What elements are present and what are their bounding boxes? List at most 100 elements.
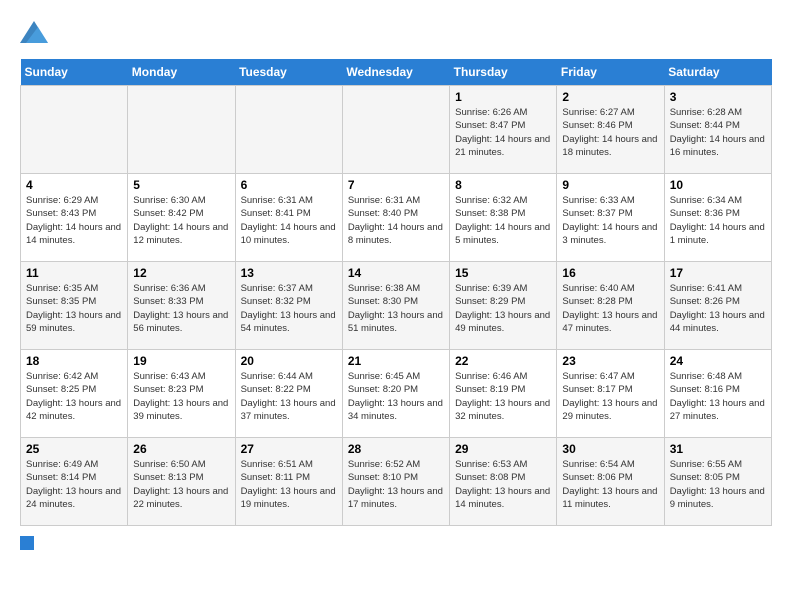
day-info: Sunrise: 6:33 AM Sunset: 8:37 PM Dayligh…	[562, 194, 658, 247]
day-number: 31	[670, 442, 766, 456]
week-row-1: 1 Sunrise: 6:26 AM Sunset: 8:47 PM Daylig…	[21, 86, 772, 174]
day-info: Sunrise: 6:54 AM Sunset: 8:06 PM Dayligh…	[562, 458, 658, 511]
calendar-cell	[342, 86, 449, 174]
day-info: Sunrise: 6:35 AM Sunset: 8:35 PM Dayligh…	[26, 282, 122, 335]
day-number: 8	[455, 178, 551, 192]
day-number: 14	[348, 266, 444, 280]
calendar-cell: 26 Sunrise: 6:50 AM Sunset: 8:13 PM Dayli…	[128, 438, 235, 526]
day-number: 26	[133, 442, 229, 456]
day-number: 6	[241, 178, 337, 192]
calendar-cell: 18Sunrise: 6:42 AM Sunset: 8:25 PM Dayli…	[21, 350, 128, 438]
calendar-cell: 28 Sunrise: 6:52 AM Sunset: 8:10 PM Dayli…	[342, 438, 449, 526]
day-number: 1	[455, 90, 551, 104]
day-info: Sunrise: 6:41 AM Sunset: 8:26 PM Dayligh…	[670, 282, 766, 335]
calendar-cell: 16Sunrise: 6:40 AM Sunset: 8:28 PM Dayli…	[557, 262, 664, 350]
page-header	[20, 20, 772, 43]
calendar-cell: 23 Sunrise: 6:47 AM Sunset: 8:17 PM Dayli…	[557, 350, 664, 438]
calendar-cell: 27Sunrise: 6:51 AM Sunset: 8:11 PM Dayli…	[235, 438, 342, 526]
day-info: Sunrise: 6:49 AM Sunset: 8:14 PM Dayligh…	[26, 458, 122, 511]
day-number: 23	[562, 354, 658, 368]
day-info: Sunrise: 6:29 AM Sunset: 8:43 PM Dayligh…	[26, 194, 122, 247]
day-number: 29	[455, 442, 551, 456]
day-number: 15	[455, 266, 551, 280]
calendar-table: SundayMondayTuesdayWednesdayThursdayFrid…	[20, 59, 772, 526]
day-info: Sunrise: 6:45 AM Sunset: 8:20 PM Dayligh…	[348, 370, 444, 423]
header-day-tuesday: Tuesday	[235, 59, 342, 86]
day-info: Sunrise: 6:26 AM Sunset: 8:47 PM Dayligh…	[455, 106, 551, 159]
header-day-monday: Monday	[128, 59, 235, 86]
day-number: 2	[562, 90, 658, 104]
day-number: 19	[133, 354, 229, 368]
calendar-cell: 5Sunrise: 6:30 AM Sunset: 8:42 PM Daylig…	[128, 174, 235, 262]
header-day-sunday: Sunday	[21, 59, 128, 86]
header-day-wednesday: Wednesday	[342, 59, 449, 86]
calendar-body: 1 Sunrise: 6:26 AM Sunset: 8:47 PM Daylig…	[21, 86, 772, 526]
calendar-cell	[235, 86, 342, 174]
day-number: 25	[26, 442, 122, 456]
calendar-cell: 15 Sunrise: 6:39 AM Sunset: 8:29 PM Dayli…	[450, 262, 557, 350]
day-number: 11	[26, 266, 122, 280]
day-info: Sunrise: 6:37 AM Sunset: 8:32 PM Dayligh…	[241, 282, 337, 335]
day-info: Sunrise: 6:30 AM Sunset: 8:42 PM Dayligh…	[133, 194, 229, 247]
calendar-cell: 4 Sunrise: 6:29 AM Sunset: 8:43 PM Daylig…	[21, 174, 128, 262]
calendar-cell: 10 Sunrise: 6:34 AM Sunset: 8:36 PM Dayli…	[664, 174, 771, 262]
day-info: Sunrise: 6:52 AM Sunset: 8:10 PM Dayligh…	[348, 458, 444, 511]
day-info: Sunrise: 6:32 AM Sunset: 8:38 PM Dayligh…	[455, 194, 551, 247]
calendar-cell: 3Sunrise: 6:28 AM Sunset: 8:44 PM Daylig…	[664, 86, 771, 174]
calendar-cell: 2 Sunrise: 6:27 AM Sunset: 8:46 PM Daylig…	[557, 86, 664, 174]
calendar-cell: 14 Sunrise: 6:38 AM Sunset: 8:30 PM Dayli…	[342, 262, 449, 350]
day-info: Sunrise: 6:28 AM Sunset: 8:44 PM Dayligh…	[670, 106, 766, 159]
header-day-saturday: Saturday	[664, 59, 771, 86]
calendar-cell: 29 Sunrise: 6:53 AM Sunset: 8:08 PM Dayli…	[450, 438, 557, 526]
day-number: 10	[670, 178, 766, 192]
day-info: Sunrise: 6:39 AM Sunset: 8:29 PM Dayligh…	[455, 282, 551, 335]
calendar-cell: 12 Sunrise: 6:36 AM Sunset: 8:33 PM Dayli…	[128, 262, 235, 350]
day-info: Sunrise: 6:50 AM Sunset: 8:13 PM Dayligh…	[133, 458, 229, 511]
day-number: 20	[241, 354, 337, 368]
day-info: Sunrise: 6:47 AM Sunset: 8:17 PM Dayligh…	[562, 370, 658, 423]
day-number: 28	[348, 442, 444, 456]
day-info: Sunrise: 6:27 AM Sunset: 8:46 PM Dayligh…	[562, 106, 658, 159]
calendar-cell: 22Sunrise: 6:46 AM Sunset: 8:19 PM Dayli…	[450, 350, 557, 438]
legend-box	[20, 536, 34, 550]
day-info: Sunrise: 6:31 AM Sunset: 8:40 PM Dayligh…	[348, 194, 444, 247]
calendar-cell: 1 Sunrise: 6:26 AM Sunset: 8:47 PM Daylig…	[450, 86, 557, 174]
legend	[20, 536, 772, 550]
day-info: Sunrise: 6:40 AM Sunset: 8:28 PM Dayligh…	[562, 282, 658, 335]
day-info: Sunrise: 6:36 AM Sunset: 8:33 PM Dayligh…	[133, 282, 229, 335]
day-info: Sunrise: 6:51 AM Sunset: 8:11 PM Dayligh…	[241, 458, 337, 511]
calendar-cell: 13Sunrise: 6:37 AM Sunset: 8:32 PM Dayli…	[235, 262, 342, 350]
calendar-cell: 19 Sunrise: 6:43 AM Sunset: 8:23 PM Dayli…	[128, 350, 235, 438]
calendar-cell: 30Sunrise: 6:54 AM Sunset: 8:06 PM Dayli…	[557, 438, 664, 526]
day-info: Sunrise: 6:48 AM Sunset: 8:16 PM Dayligh…	[670, 370, 766, 423]
calendar-cell: 7Sunrise: 6:31 AM Sunset: 8:40 PM Daylig…	[342, 174, 449, 262]
day-number: 21	[348, 354, 444, 368]
header-day-thursday: Thursday	[450, 59, 557, 86]
day-info: Sunrise: 6:42 AM Sunset: 8:25 PM Dayligh…	[26, 370, 122, 423]
header-row: SundayMondayTuesdayWednesdayThursdayFrid…	[21, 59, 772, 86]
calendar-cell	[128, 86, 235, 174]
calendar-cell: 17 Sunrise: 6:41 AM Sunset: 8:26 PM Dayli…	[664, 262, 771, 350]
day-info: Sunrise: 6:44 AM Sunset: 8:22 PM Dayligh…	[241, 370, 337, 423]
week-row-3: 11 Sunrise: 6:35 AM Sunset: 8:35 PM Dayli…	[21, 262, 772, 350]
day-info: Sunrise: 6:43 AM Sunset: 8:23 PM Dayligh…	[133, 370, 229, 423]
week-row-5: 25 Sunrise: 6:49 AM Sunset: 8:14 PM Dayli…	[21, 438, 772, 526]
week-row-2: 4 Sunrise: 6:29 AM Sunset: 8:43 PM Daylig…	[21, 174, 772, 262]
calendar-cell: 11 Sunrise: 6:35 AM Sunset: 8:35 PM Dayli…	[21, 262, 128, 350]
day-number: 17	[670, 266, 766, 280]
day-number: 12	[133, 266, 229, 280]
logo-icon	[20, 21, 48, 43]
day-info: Sunrise: 6:34 AM Sunset: 8:36 PM Dayligh…	[670, 194, 766, 247]
day-info: Sunrise: 6:53 AM Sunset: 8:08 PM Dayligh…	[455, 458, 551, 511]
calendar-cell: 31Sunrise: 6:55 AM Sunset: 8:05 PM Dayli…	[664, 438, 771, 526]
header-day-friday: Friday	[557, 59, 664, 86]
calendar-cell: 6Sunrise: 6:31 AM Sunset: 8:41 PM Daylig…	[235, 174, 342, 262]
day-info: Sunrise: 6:38 AM Sunset: 8:30 PM Dayligh…	[348, 282, 444, 335]
logo	[20, 20, 52, 43]
calendar-cell: 8 Sunrise: 6:32 AM Sunset: 8:38 PM Daylig…	[450, 174, 557, 262]
day-number: 24	[670, 354, 766, 368]
day-info: Sunrise: 6:46 AM Sunset: 8:19 PM Dayligh…	[455, 370, 551, 423]
week-row-4: 18Sunrise: 6:42 AM Sunset: 8:25 PM Dayli…	[21, 350, 772, 438]
day-number: 4	[26, 178, 122, 192]
calendar-header: SundayMondayTuesdayWednesdayThursdayFrid…	[21, 59, 772, 86]
